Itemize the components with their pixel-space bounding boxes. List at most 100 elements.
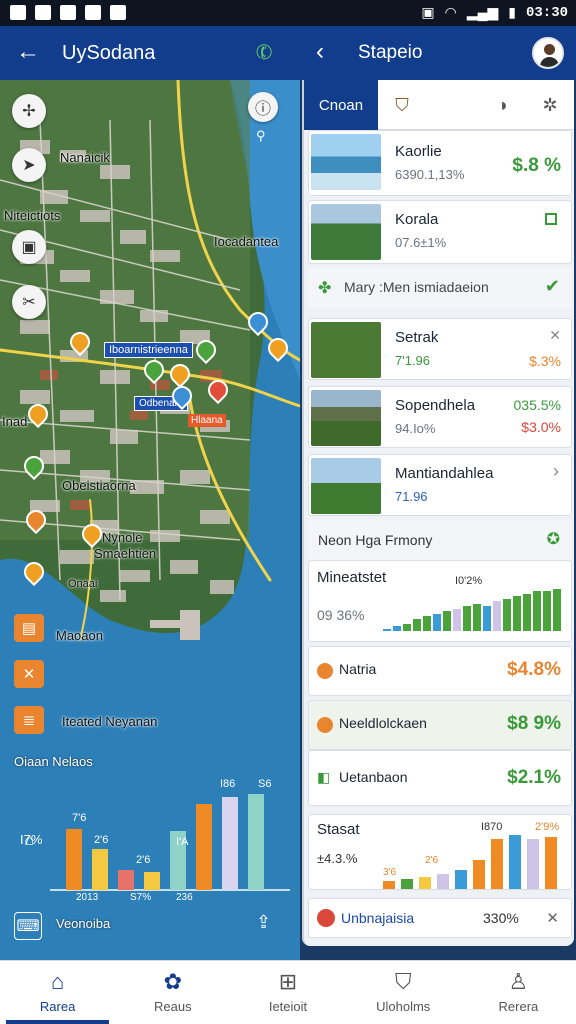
keyboard-button[interactable]: ⌨ — [14, 912, 42, 940]
people-icon: ✿ — [163, 969, 183, 994]
map-title: UySodana — [62, 42, 156, 64]
back-arrow-icon[interactable]: ← — [16, 38, 40, 66]
chart-bar — [92, 849, 108, 890]
nav-item-reaus[interactable]: ✿ Reaus — [115, 961, 230, 1024]
chart-bar — [473, 604, 481, 631]
puzzle-icon: ✤ — [318, 280, 332, 297]
chart-label: 236 — [176, 892, 193, 903]
chart-bar — [248, 794, 264, 890]
tab-cnoan[interactable]: Cnoan — [304, 80, 378, 130]
measure-button[interactable]: ✂ — [12, 285, 46, 319]
close-icon[interactable]: ✕ — [549, 327, 561, 344]
map-label: Iocadantea — [214, 234, 279, 249]
chart-bar — [527, 839, 539, 889]
side-panel: Cnoan ⛉ ◑ ✲ Kaorlie 6390.1,13% $.8 % Kor… — [302, 80, 574, 946]
chart-bar — [543, 591, 551, 631]
chart-bar — [463, 606, 471, 631]
section-header: Neon Hga Frmony ✪ — [308, 520, 572, 560]
map-view[interactable]: ✢ ➤ ▣ ✂ ⓘ ⚲ Nanaicik Niteictiots Iocadan… — [0, 80, 300, 960]
list-item[interactable]: Setrak 7'1.96 ✕ $.3% — [308, 318, 572, 380]
nav-item-ieteioit[interactable]: ⊞ Ieteioit — [230, 961, 345, 1024]
mail-icon — [35, 5, 51, 20]
info-icon: ⓘ — [254, 101, 271, 118]
tab-badge[interactable]: ⛉ — [378, 80, 426, 130]
search-icon: ◑ — [496, 94, 508, 115]
list-item[interactable]: Kaorlie 6390.1,13% $.8 % — [308, 130, 572, 196]
keyboard-icon: ⌨ — [16, 918, 40, 935]
share-icon[interactable]: ⇪ — [256, 912, 278, 934]
phone-icon[interactable]: ✆ — [252, 38, 276, 67]
metric-label: I0'2% — [455, 575, 483, 587]
list-icon: ≣ — [22, 712, 36, 729]
card-value: $.8 % — [512, 155, 561, 176]
row-value: $8 9% — [507, 713, 561, 734]
pin-outline-icon: ⚲ — [256, 128, 266, 143]
metric-row[interactable]: ◧ Uetanbaon $2.1% — [308, 750, 572, 806]
location-top-button[interactable]: ⓘ — [248, 92, 278, 122]
chart-bar — [66, 829, 82, 890]
thumbnail — [311, 204, 381, 260]
nav-item-uloholms[interactable]: ⛉ Uloholms — [346, 961, 461, 1024]
scissors-icon: ✂ — [22, 294, 36, 311]
chart-bar — [437, 874, 449, 889]
navigate-button[interactable]: ➤ — [12, 148, 46, 182]
card-subtitle: 94.Io% — [395, 421, 436, 436]
card-subtitle: 6390.1,13% — [395, 167, 465, 182]
map-label: Niteictiots — [4, 208, 61, 223]
compass-button[interactable]: ✢ — [12, 94, 46, 128]
side-action-button[interactable]: ✕ — [14, 660, 44, 688]
row-title: Neeldlolckaen — [339, 715, 427, 731]
chart-bar — [503, 599, 511, 631]
card-title: Kaorlie — [395, 143, 442, 160]
chart-bar — [493, 601, 501, 631]
thumbnail — [311, 458, 381, 514]
chart-bar — [453, 609, 461, 631]
map-label: Hlaana — [188, 414, 226, 427]
chart-label: I'A — [176, 836, 189, 848]
layers-button[interactable]: ▣ — [12, 230, 46, 264]
chart-bar — [196, 804, 212, 890]
user-icon: ♙ — [508, 969, 529, 994]
close-icon[interactable]: ✕ — [546, 909, 559, 927]
app-bar: ← UySodana ✆ ‹ Stapeio — [0, 26, 576, 80]
metric-row[interactable]: Natria $4.8% — [308, 646, 572, 696]
chart-bar — [403, 624, 411, 631]
nav-item-rarea[interactable]: ⌂ Rarea — [0, 961, 115, 1024]
list-item[interactable]: Mantiandahlea 71.96 › — [308, 454, 572, 516]
metric-card[interactable]: Mineatstet 09 36% I0'2% — [308, 560, 572, 642]
nav-item-rerera[interactable]: ♙ Rerera — [461, 961, 576, 1024]
card-value: $.3% — [529, 353, 561, 369]
thumbnail — [311, 390, 381, 446]
tab-search[interactable]: ◑ — [478, 80, 526, 130]
chart-bar — [419, 877, 431, 889]
download-icon — [110, 5, 126, 20]
row-title: Natria — [339, 661, 377, 677]
footer-row[interactable]: Unbnajaisia 330% ✕ — [308, 898, 572, 938]
checkbox[interactable] — [545, 213, 557, 225]
chevron-right-icon[interactable]: › — [553, 461, 559, 482]
chart-label: 2'6 — [136, 854, 151, 866]
info-banner[interactable]: ✤ Mary :Men ismiadaeion ✔ — [308, 268, 572, 308]
map-label: Smaehtien — [94, 546, 157, 561]
check-icon: ✔ — [544, 276, 560, 296]
nfc-icon: ▣ — [421, 4, 435, 20]
chart-bar — [401, 879, 413, 889]
nav-label: Ieteioit — [268, 999, 308, 1014]
chart-bar — [443, 611, 451, 631]
tag-icon: ◧ — [317, 769, 331, 785]
chevron-left-icon[interactable]: ‹ — [316, 38, 324, 66]
stats-card[interactable]: Stasat ±4.3.% I870 2'9% 3'6 2'6 — [308, 814, 572, 890]
refresh-icon[interactable]: ✪ — [547, 529, 560, 549]
chart-label: 2'6 — [94, 834, 109, 846]
list-item[interactable]: Korala 07.6±1% — [308, 200, 572, 264]
tab-settings[interactable]: ✲ — [526, 80, 574, 130]
chart-bar — [433, 614, 441, 631]
tab-blank[interactable] — [426, 80, 478, 130]
side-action-button[interactable]: ▤ — [14, 614, 44, 642]
avatar[interactable] — [532, 37, 564, 69]
side-action-button[interactable]: ≣ — [14, 706, 44, 734]
metric-row[interactable]: Neeldlolckaen $8 9% — [308, 700, 572, 750]
chart-bar — [491, 839, 503, 889]
chart-bar — [413, 619, 421, 631]
list-item[interactable]: Sopendhela 94.Io% 035.5% $3.0% — [308, 386, 572, 448]
